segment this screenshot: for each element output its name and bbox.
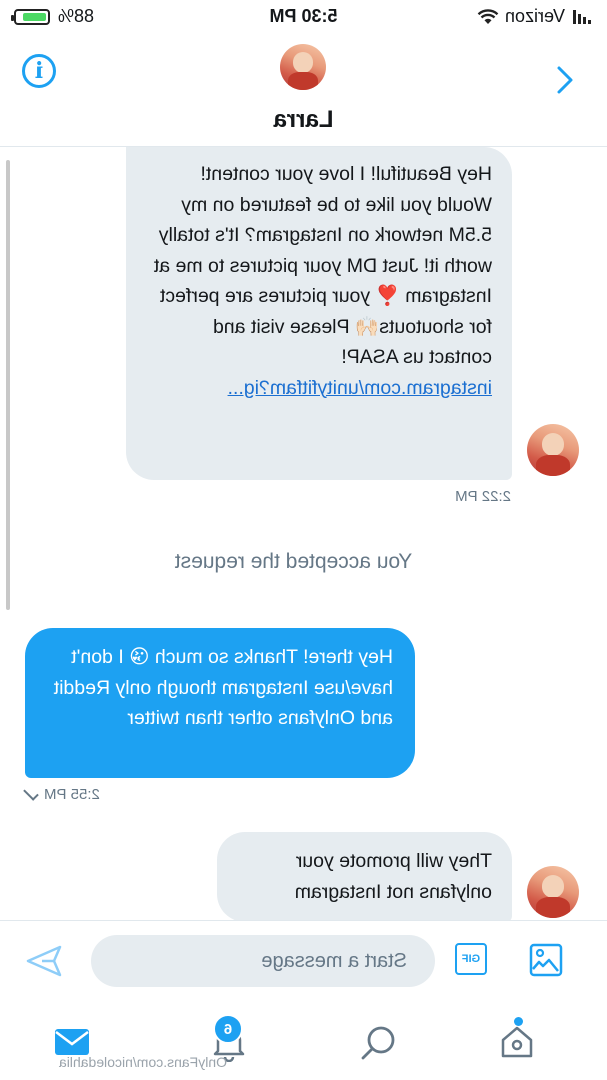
contact-name: Larra	[273, 106, 334, 133]
notifications-count: 6	[223, 1020, 233, 1038]
sent-check-icon	[23, 784, 39, 801]
battery-group: 88%	[14, 6, 94, 27]
info-button[interactable]: i	[22, 54, 56, 88]
info-icon: i	[34, 58, 44, 84]
message-text: Hey there! Thanks so much 😘 I don't have…	[53, 646, 393, 729]
tab-home[interactable]	[497, 1022, 537, 1062]
conversation-header: Larra i	[0, 36, 607, 147]
image-icon	[529, 943, 563, 977]
send-icon	[26, 945, 62, 977]
battery-percent: 88%	[58, 6, 95, 26]
message-bubble-incoming[interactable]: They will promote your onlyfans not Inst…	[217, 832, 512, 922]
sender-avatar[interactable]	[527, 866, 579, 918]
gif-label: GIF	[461, 953, 481, 965]
message-link[interactable]: instagram.com/unityfitfam?ig...	[228, 377, 492, 399]
message-timestamp: 2:22 PM	[455, 488, 511, 505]
home-icon	[501, 1026, 533, 1058]
contact-avatar[interactable]	[280, 44, 326, 90]
status-bar: Verizon 5:30 PM 88%	[0, 0, 607, 36]
message-text: Hey Beautiful! I love your content! Woul…	[153, 163, 492, 368]
message-composer: GIF Start a message	[0, 920, 607, 1001]
message-timestamp: 2:55 PM	[44, 786, 100, 803]
message-input[interactable]: Start a message	[91, 935, 435, 987]
chevron-left-icon	[557, 66, 573, 94]
system-message: You accepted the request	[174, 550, 413, 573]
add-image-button[interactable]	[529, 943, 563, 977]
message-bubble-incoming[interactable]: Hey Beautiful! I love your content! Woul…	[126, 147, 512, 480]
back-button[interactable]	[541, 56, 589, 104]
dm-screen: Verizon 5:30 PM 88% Larra i Hey Beautifu…	[0, 0, 607, 1080]
home-unread-dot	[514, 1017, 523, 1026]
gif-button[interactable]: GIF	[455, 943, 487, 975]
scrollbar[interactable]	[6, 160, 10, 610]
tab-search[interactable]	[359, 1022, 399, 1062]
search-icon	[361, 1026, 395, 1060]
message-input-placeholder: Start a message	[261, 949, 407, 972]
message-bubble-outgoing[interactable]: Hey there! Thanks so much 😘 I don't have…	[25, 628, 415, 778]
sender-avatar[interactable]	[527, 424, 579, 476]
message-timestamp-group: 2:55 PM	[23, 784, 100, 803]
message-text: They will promote your onlyfans not Inst…	[294, 850, 492, 903]
notifications-badge: 6	[213, 1014, 243, 1044]
watermark: OnlyFans.com/nicoledahlia	[58, 1054, 227, 1070]
send-button[interactable]	[24, 941, 64, 981]
battery-icon	[14, 8, 50, 25]
